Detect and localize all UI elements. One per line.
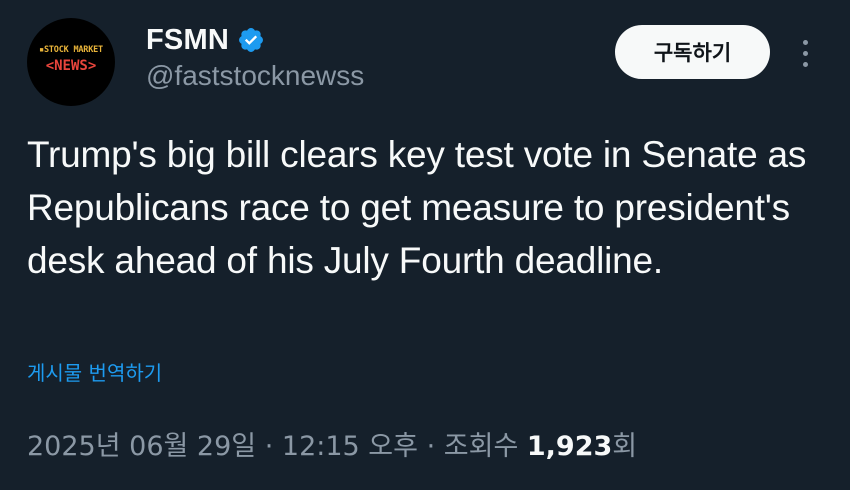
meta-separator: · [426, 431, 436, 462]
avatar-main-text: <NEWS> [45, 58, 97, 74]
post-date[interactable]: 2025년 06월 29일 [27, 431, 256, 462]
verified-badge-icon[interactable] [237, 26, 265, 54]
tweet-meta: 2025년 06월 29일 · 12:15 오후 · 조회수 1,923회 [27, 424, 637, 463]
tweet-text: Trump's big bill clears key test vote in… [27, 134, 807, 281]
tweet-card: ▪STOCK MARKET <NEWS> FSMN @faststocknews… [0, 0, 850, 490]
translate-post-link[interactable]: 게시물 번역하기 [27, 357, 162, 386]
subscribe-button[interactable]: 구독하기 [615, 25, 770, 79]
views-suffix: 회 [612, 431, 638, 462]
display-name[interactable]: FSMN [146, 24, 229, 57]
avatar[interactable]: ▪STOCK MARKET <NEWS> [27, 18, 115, 106]
meta-separator: · [264, 431, 274, 462]
post-time[interactable]: 12:15 오후 [282, 431, 418, 462]
views-count[interactable]: 1,923 [527, 431, 612, 462]
more-vertical-icon[interactable] [792, 36, 820, 70]
avatar-top-text: ▪STOCK MARKET [39, 45, 103, 55]
author-name-row: FSMN [146, 22, 265, 58]
author-handle[interactable]: @faststocknewss [146, 60, 364, 92]
views-label: 조회수 [443, 431, 519, 462]
